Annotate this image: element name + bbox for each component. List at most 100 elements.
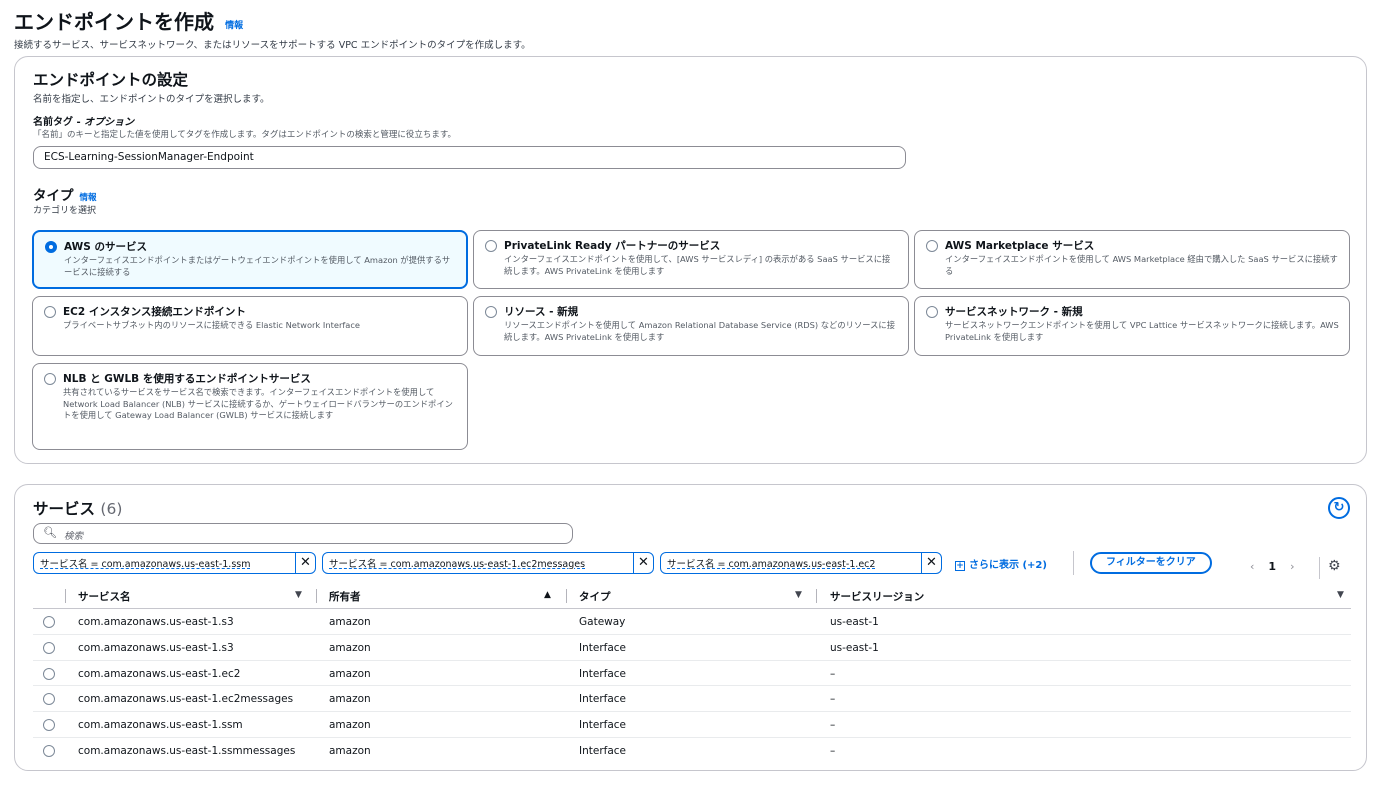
table-row[interactable]: com.amazonaws.us-east-1.ssmmessages amaz… bbox=[33, 738, 1351, 764]
cell-type: Gateway bbox=[579, 616, 626, 628]
table-row[interactable]: com.amazonaws.us-east-1.ssm amazon Inter… bbox=[33, 712, 1351, 738]
cell-owner: amazon bbox=[329, 667, 371, 680]
radio-button[interactable] bbox=[44, 373, 56, 385]
table-row[interactable]: com.amazonaws.us-east-1.s3 amazon Gatewa… bbox=[33, 609, 1351, 635]
chevron-left-icon[interactable]: ‹ bbox=[1250, 560, 1254, 573]
radio-button[interactable] bbox=[43, 744, 55, 757]
close-icon[interactable]: ✕ bbox=[633, 553, 653, 573]
name-tag-label: 名前タグ - オプション bbox=[33, 113, 134, 128]
cell-owner: amazon bbox=[329, 719, 371, 732]
services-title: サービス bbox=[33, 500, 96, 518]
sort-down-icon[interactable]: ▼ bbox=[795, 590, 802, 600]
tile-description: インターフェイスエンドポイントを使用して、[AWS サービスレディ] の表示があ… bbox=[504, 254, 891, 276]
filter-token-ec2[interactable]: サービス名 = com.amazonaws.us-east-1.ec2 ✕ bbox=[660, 552, 942, 574]
tile-resources[interactable]: リソース - 新規 リソースエンドポイントを使用して Amazon Relati… bbox=[473, 296, 909, 356]
cell-region: – bbox=[830, 693, 836, 706]
table-row[interactable]: com.amazonaws.us-east-1.ec2messages amaz… bbox=[33, 686, 1351, 713]
tile-service-network[interactable]: サービスネットワーク - 新規 サービスネットワークエンドポイントを使用して V… bbox=[914, 296, 1350, 356]
radio-button[interactable] bbox=[43, 719, 55, 732]
radio-button[interactable] bbox=[43, 616, 55, 628]
cell-service-name: com.amazonaws.us-east-1.s3 bbox=[78, 641, 234, 654]
clear-filters-button[interactable]: フィルターをクリア bbox=[1090, 552, 1212, 574]
table-header: サービス名 ▼ 所有者 ▲ タイプ ▼ サービスリージョン ▼ bbox=[33, 583, 1351, 609]
tile-aws-services[interactable]: AWS のサービス インターフェイスエンドポイントまたはゲートウェイエンドポイン… bbox=[32, 230, 468, 289]
type-info-link[interactable]: 情報 bbox=[80, 193, 97, 203]
show-more-label: さらに表示 (+2) bbox=[969, 560, 1047, 571]
column-separator bbox=[316, 589, 317, 603]
column-header-type[interactable]: タイプ bbox=[579, 589, 611, 604]
sort-up-icon[interactable]: ▲ bbox=[544, 590, 551, 600]
tile-title: AWS のサービス bbox=[64, 241, 147, 253]
endpoint-settings-card: エンドポイントの設定 名前を指定し、エンドポイントのタイプを選択します。 名前タ… bbox=[14, 56, 1367, 464]
filter-token-label[interactable]: サービス名 = com.amazonaws.us-east-1.ec2 bbox=[661, 553, 921, 573]
filter-token-ec2messages[interactable]: サービス名 = com.amazonaws.us-east-1.ec2messa… bbox=[322, 552, 654, 574]
filter-token-label[interactable]: サービス名 = com.amazonaws.us-east-1.ec2messa… bbox=[323, 553, 633, 573]
chevron-right-icon[interactable]: › bbox=[1290, 560, 1294, 573]
close-icon[interactable]: ✕ bbox=[921, 553, 941, 573]
column-header-service-region[interactable]: サービスリージョン bbox=[830, 589, 924, 604]
table-row[interactable]: com.amazonaws.us-east-1.ec2 amazon Inter… bbox=[33, 661, 1351, 687]
tile-title: AWS Marketplace サービス bbox=[945, 240, 1095, 252]
divider bbox=[1073, 551, 1074, 575]
radio-button[interactable] bbox=[44, 306, 56, 318]
cell-region: us-east-1 bbox=[830, 641, 879, 654]
refresh-icon: ↻ bbox=[1333, 500, 1345, 515]
radio-button[interactable] bbox=[485, 240, 497, 252]
column-separator bbox=[816, 589, 817, 603]
sort-down-icon[interactable]: ▼ bbox=[1337, 590, 1344, 600]
tile-aws-marketplace[interactable]: AWS Marketplace サービス インターフェイスエンドポイントを使用し… bbox=[914, 230, 1350, 289]
cell-service-name: com.amazonaws.us-east-1.ec2messages bbox=[78, 693, 294, 706]
radio-button[interactable] bbox=[43, 641, 55, 654]
radio-button[interactable] bbox=[485, 306, 497, 318]
tile-nlb-gwlb-endpoint-service[interactable]: NLB と GWLB を使用するエンドポイントサービス 共有されているサービスを… bbox=[32, 363, 468, 450]
tile-title: NLB と GWLB を使用するエンドポイントサービス bbox=[63, 373, 311, 385]
cell-service-name: com.amazonaws.us-east-1.ssmmessages bbox=[78, 744, 296, 757]
page-number[interactable]: 1 bbox=[1268, 560, 1276, 573]
radio-button[interactable] bbox=[43, 693, 55, 706]
cell-service-name: com.amazonaws.us-east-1.s3 bbox=[78, 616, 234, 628]
name-tag-label-text: 名前タグ - bbox=[33, 117, 85, 128]
refresh-button[interactable]: ↻ bbox=[1328, 497, 1350, 519]
services-count: (6) bbox=[100, 500, 123, 518]
gear-icon[interactable]: ⚙ bbox=[1328, 558, 1341, 574]
name-tag-input[interactable]: ECS-Learning-SessionManager-Endpoint bbox=[33, 146, 906, 169]
services-heading: サービス (6) bbox=[33, 497, 122, 519]
table-row[interactable]: com.amazonaws.us-east-1.s3 amazon Interf… bbox=[33, 635, 1351, 661]
sort-down-icon[interactable]: ▼ bbox=[295, 590, 302, 600]
tile-title: サービスネットワーク - 新規 bbox=[945, 306, 1083, 318]
page-header: エンドポイントを作成 情報 接続するサービス、サービスネットワーク、またはリソー… bbox=[14, 6, 531, 51]
radio-button[interactable] bbox=[926, 306, 938, 318]
cell-type: Interface bbox=[579, 641, 627, 654]
cell-service-name: com.amazonaws.us-east-1.ec2 bbox=[78, 667, 241, 680]
tile-description: サービスネットワークエンドポイントを使用して VPC Lattice サービスネ… bbox=[945, 320, 1339, 342]
filter-token-ssm[interactable]: サービス名 = com.amazonaws.us-east-1.ssm ✕ bbox=[33, 552, 316, 574]
cell-service-name: com.amazonaws.us-east-1.ssm bbox=[78, 719, 243, 732]
settings-title: エンドポイントの設定 bbox=[33, 71, 189, 89]
cell-owner: amazon bbox=[329, 744, 371, 757]
tile-description: リソースエンドポイントを使用して Amazon Relational Datab… bbox=[504, 320, 896, 342]
show-more-filters-link[interactable]: + さらに表示 (+2) bbox=[955, 556, 1047, 571]
name-tag-optional: オプション bbox=[84, 117, 135, 128]
settings-description: 名前を指定し、エンドポイントのタイプを選択します。 bbox=[33, 94, 270, 105]
tile-description: 共有されているサービスをサービス名で検索できます。インターフェイスエンドポイント… bbox=[63, 387, 453, 420]
column-header-owner[interactable]: 所有者 bbox=[329, 589, 361, 604]
search-input[interactable]: 🔍︎ 検索 bbox=[33, 523, 573, 544]
tile-ec2-instance-connect[interactable]: EC2 インスタンス接続エンドポイント プライベートサブネット内のリソースに接続… bbox=[32, 296, 468, 356]
tile-description: インターフェイスエンドポイントを使用して AWS Marketplace 経由で… bbox=[945, 254, 1338, 276]
name-tag-hint: 「名前」のキーと指定した値を使用してタグを作成します。タグはエンドポイントの検索… bbox=[33, 130, 457, 140]
cell-owner: amazon bbox=[329, 616, 371, 628]
close-icon[interactable]: ✕ bbox=[295, 553, 315, 573]
services-card: サービス (6) ↻ 🔍︎ 検索 サービス名 = com.amazonaws.u… bbox=[14, 484, 1367, 771]
info-link[interactable]: 情報 bbox=[225, 21, 243, 31]
type-description: カテゴリを選択 bbox=[33, 206, 97, 216]
tile-privatelink-partner[interactable]: PrivateLink Ready パートナーのサービス インターフェイスエンド… bbox=[473, 230, 909, 289]
filter-token-label[interactable]: サービス名 = com.amazonaws.us-east-1.ssm bbox=[34, 553, 295, 573]
cell-owner: amazon bbox=[329, 641, 371, 654]
radio-button[interactable] bbox=[43, 667, 55, 680]
column-separator bbox=[566, 589, 567, 603]
radio-button[interactable] bbox=[45, 241, 57, 253]
radio-button[interactable] bbox=[926, 240, 938, 252]
cell-region: – bbox=[830, 744, 836, 757]
page-title: エンドポイントを作成 bbox=[14, 10, 214, 34]
column-header-service-name[interactable]: サービス名 bbox=[78, 589, 131, 604]
